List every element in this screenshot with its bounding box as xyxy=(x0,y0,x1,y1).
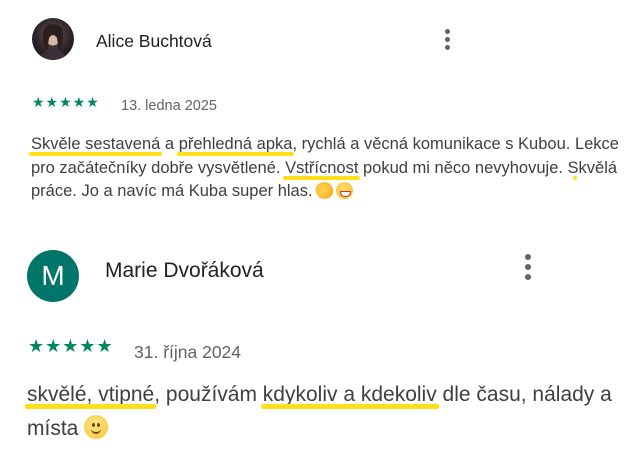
review-text: Skvěle sestavená a přehledná apka, rychl… xyxy=(31,133,631,204)
highlighted-text: skvělé, vtipné xyxy=(27,383,155,406)
star-rating: ★★★★★ xyxy=(28,336,114,356)
clapping-hands-icon xyxy=(313,179,335,202)
review-text-segment: , rychlá a věcná komunikace s Kubou. xyxy=(292,135,575,153)
more-options-icon[interactable] xyxy=(440,29,454,50)
avatar-photo xyxy=(40,24,66,60)
review-date: 13. ledna 2025 xyxy=(121,98,217,114)
review-text-segment: dobře vysvětlené. xyxy=(146,158,286,177)
review-text: skvělé, vtipné, používám kdykoliv a kdek… xyxy=(27,378,627,446)
avatar[interactable]: M xyxy=(27,250,79,302)
author-name: Alice Buchtová xyxy=(96,31,212,51)
author-name: Marie Dvořáková xyxy=(105,259,264,282)
review-card: M Marie Dvořáková ★★★★★ 31. října 2024 s… xyxy=(0,245,640,460)
avatar[interactable] xyxy=(32,18,74,60)
review-date: 31. října 2024 xyxy=(134,342,242,362)
highlighted-text: kdykoliv a kdekoliv xyxy=(262,383,437,406)
review-text-segment: a xyxy=(160,135,179,153)
review-card: Alice Buchtová ★★★★★ 13. ledna 2025 Skvě… xyxy=(0,0,640,245)
more-options-icon[interactable] xyxy=(521,254,535,280)
highlighted-text: přehledná apka xyxy=(178,135,293,153)
highlighted-text: Skvěle sestavená xyxy=(31,135,161,153)
star-rating: ★★★★★ xyxy=(32,94,100,110)
smiling-face-icon xyxy=(84,415,109,439)
review-text-segment: , používám xyxy=(154,383,263,406)
grinning-face-icon xyxy=(335,182,353,199)
highlighted-text: Vstřícnost xyxy=(285,158,359,177)
